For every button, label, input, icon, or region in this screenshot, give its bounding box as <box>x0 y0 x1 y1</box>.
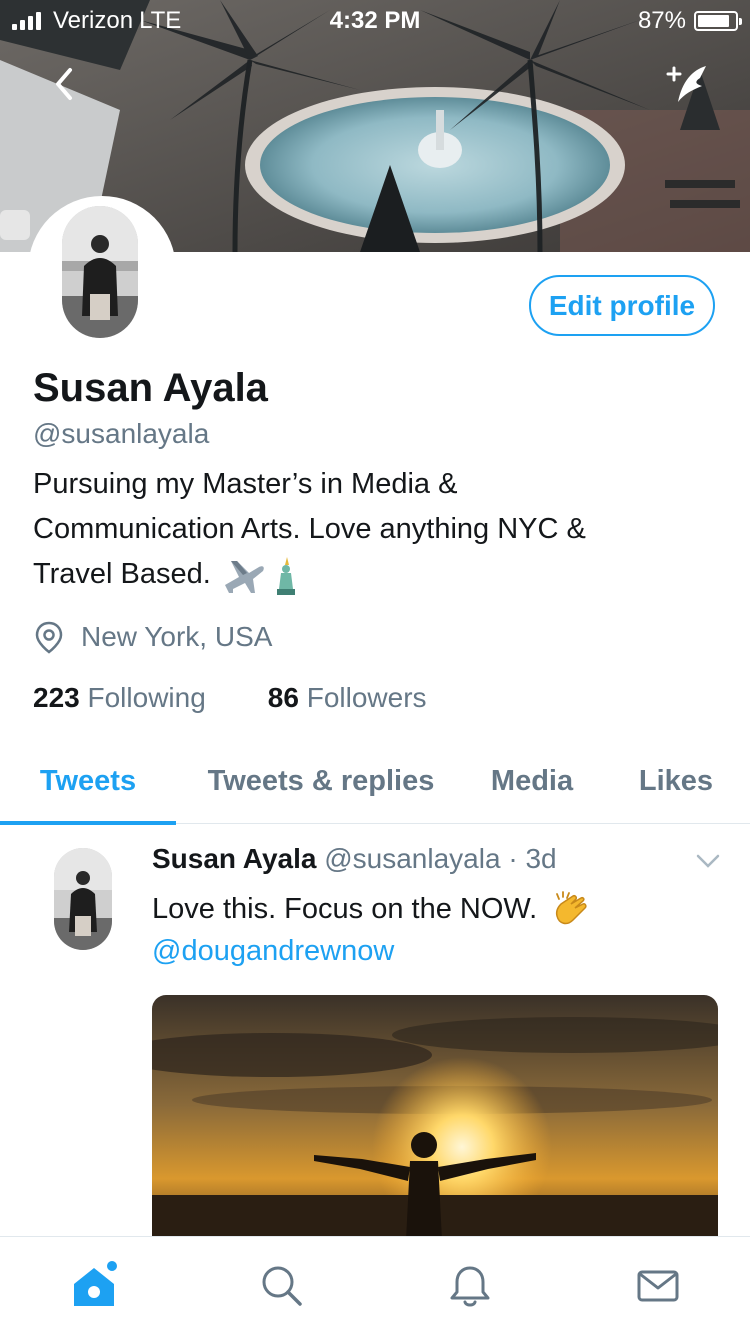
display-name: Susan Ayala <box>33 366 268 410</box>
home-icon <box>74 1261 117 1306</box>
following-count: 223 <box>33 682 80 713</box>
status-right: 87% <box>637 7 742 35</box>
profile-bio: Pursuing my Master’s in Media & Communic… <box>33 462 723 597</box>
followers-label: Followers <box>306 682 427 713</box>
profile-tabs: Tweets Tweets & replies Media Likes <box>0 738 750 825</box>
profile-stats: 223 Following 86 Followers <box>33 682 427 714</box>
status-bar: Verizon LTE 4:32 PM 87% <box>0 0 750 40</box>
tweet-author-avatar[interactable] <box>54 848 112 950</box>
messages-envelope-icon <box>637 1270 679 1302</box>
tweet-meta-separator: · <box>500 843 526 874</box>
location-pin-icon <box>35 621 63 654</box>
profile-location: New York, USA <box>33 620 272 654</box>
compose-tweet-button[interactable] <box>662 60 712 110</box>
tweet-mention-link[interactable]: @dougandrewnow <box>152 930 591 972</box>
profile-photo <box>62 206 138 338</box>
battery-level-fill <box>698 15 729 27</box>
tweet-text: Love this. Focus on the NOW. <box>152 893 538 925</box>
bio-line: Communication Arts. Love anything NYC & <box>33 513 586 545</box>
tab-tweets[interactable]: Tweets <box>0 738 176 825</box>
following-stat[interactable]: 223 Following <box>33 682 206 714</box>
tab-media[interactable]: Media <box>470 738 594 824</box>
tweet-author-handle[interactable]: @susanlayala <box>324 843 500 874</box>
profile-handle: @susanlayala <box>33 418 210 449</box>
tweet-timestamp[interactable]: 3d <box>525 843 556 874</box>
battery-percent: 87% <box>637 7 686 34</box>
edit-profile-button[interactable]: Edit profile <box>529 275 715 336</box>
airplane-emoji-icon <box>224 561 264 594</box>
tweet-header: Susan Ayala @susanlayala · 3d <box>152 843 557 875</box>
notifications-bell-icon <box>450 1266 490 1307</box>
chevron-left-icon <box>56 68 72 100</box>
clapping-hands-emoji-icon <box>556 891 587 925</box>
bottom-tab-bar <box>0 1236 750 1334</box>
bio-line-last: Travel Based. <box>33 552 723 597</box>
followers-count: 86 <box>267 682 299 713</box>
battery-icon <box>694 11 742 31</box>
tweet-options-button[interactable] <box>694 851 722 871</box>
tweet-author-photo <box>54 848 112 950</box>
nav-notifications[interactable] <box>440 1251 500 1321</box>
statue-of-liberty-emoji-icon <box>276 557 295 596</box>
tweet-author-name[interactable]: Susan Ayala <box>152 843 316 874</box>
tab-likes[interactable]: Likes <box>620 738 732 824</box>
bio-line: Pursuing my Master’s in Media & <box>33 468 458 500</box>
bio-line-text: Travel Based. <box>33 558 211 590</box>
nav-home[interactable] <box>64 1251 124 1321</box>
compose-tweet-icon <box>666 66 706 102</box>
following-label: Following <box>87 682 206 713</box>
back-button[interactable] <box>46 62 86 106</box>
search-icon <box>262 1266 302 1306</box>
home-notification-badge <box>107 1261 117 1271</box>
followers-stat[interactable]: 86 Followers <box>268 682 427 714</box>
nav-messages[interactable] <box>628 1251 688 1321</box>
nav-search[interactable] <box>252 1251 312 1321</box>
tweet-media-image[interactable] <box>152 995 718 1240</box>
profile-avatar[interactable] <box>62 206 138 338</box>
tweet-body: Love this. Focus on the NOW. @dougandrew… <box>152 888 591 972</box>
sunset-silhouette-photo <box>152 995 718 1240</box>
tab-tweets-and-replies[interactable]: Tweets & replies <box>190 738 452 824</box>
chevron-down-icon <box>696 854 720 868</box>
tweet-text-line: Love this. Focus on the NOW. <box>152 888 591 930</box>
location-text: New York, USA <box>81 621 273 652</box>
